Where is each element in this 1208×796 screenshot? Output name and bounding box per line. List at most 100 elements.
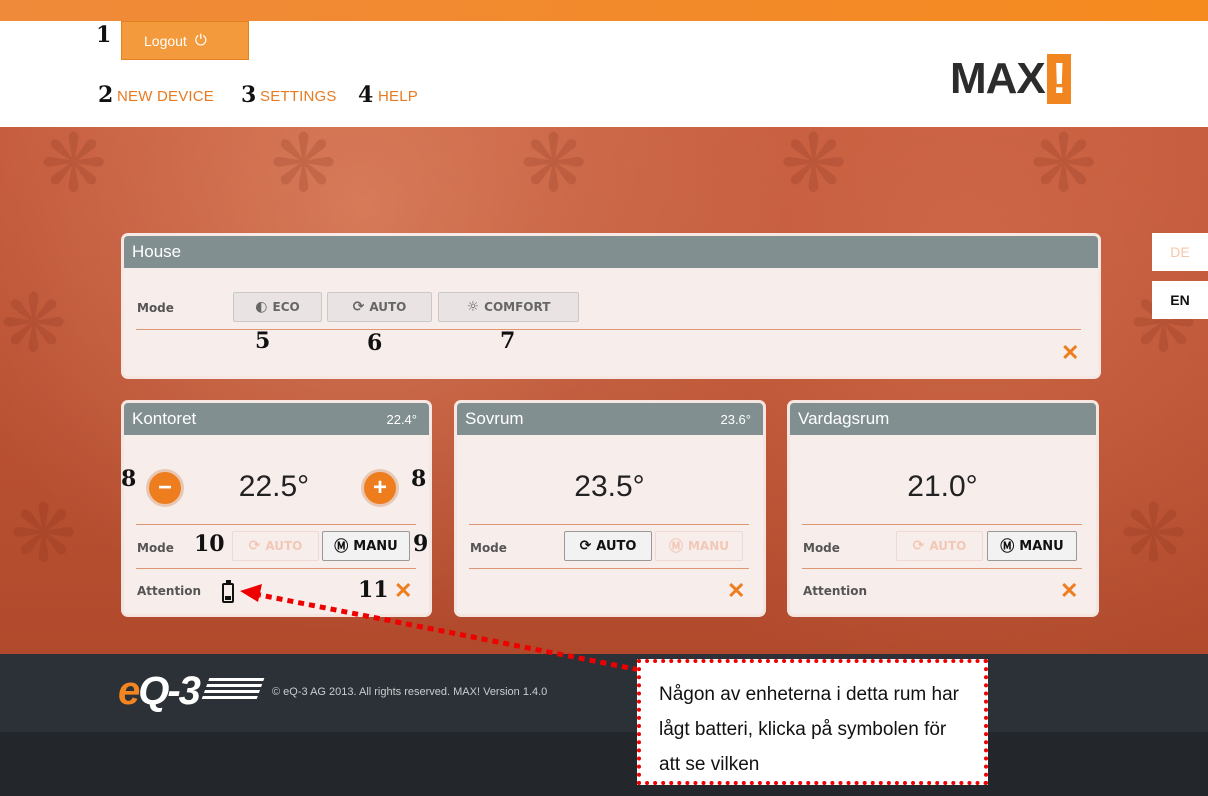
room-header: Kontoret 22.4° — [124, 403, 429, 435]
annotation-10: 10 — [194, 531, 225, 557]
settings-tools-icon[interactable]: ✕ — [394, 578, 412, 604]
auto-cycle-icon: ⟳ — [352, 299, 365, 315]
logo-text: MAX — [950, 54, 1046, 103]
manu-label: MANU — [1019, 538, 1064, 554]
annotation-3: 3 — [241, 82, 257, 108]
auto-label: AUTO — [265, 539, 303, 553]
room-name: Sovrum — [465, 409, 524, 428]
manual-icon: Ⓜ — [1000, 539, 1015, 555]
room-header: Sovrum 23.6° — [457, 403, 763, 435]
room-mode-label: Mode — [803, 541, 840, 555]
room-panel-vardagsrum: Vardagsrum 21.0° Mode ⟳ AUTO Ⓜ MANU Atte… — [790, 403, 1096, 614]
comfort-button[interactable]: ☼ COMFORT — [438, 292, 579, 322]
settings-tools-icon[interactable]: ✕ — [1060, 578, 1078, 604]
ornament-icon: ❋ — [780, 127, 848, 208]
divider — [802, 568, 1082, 569]
copyright-text: © eQ-3 AG 2013. All rights reserved. MAX… — [272, 686, 548, 698]
auto-label: AUTO — [929, 539, 967, 553]
auto-label: AUTO — [369, 300, 407, 314]
ornament-icon: ❋ — [270, 127, 338, 208]
logout-button[interactable]: Logout ⏻ — [121, 21, 249, 60]
minus-icon: − — [157, 474, 172, 501]
footer-band — [0, 732, 1208, 796]
annotation-8-plus: 8 — [411, 466, 427, 492]
room-manu-button[interactable]: Ⓜ MANU — [987, 531, 1077, 561]
house-panel: House Mode ◐ ECO ⟳ AUTO ☼ COMFORT ✕ — [124, 236, 1098, 376]
ornament-icon: ❋ — [10, 489, 78, 578]
ornament-icon: ❋ — [0, 279, 68, 368]
manu-label: MANU — [353, 538, 398, 554]
ornament-icon: ❋ — [1030, 127, 1098, 208]
logo-mark: ! — [1046, 54, 1071, 104]
battery-callout: Någon av enheterna i detta rum har lågt … — [637, 659, 988, 785]
attention-label: Attention — [803, 584, 868, 598]
auto-cycle-icon: ⟳ — [579, 538, 592, 554]
logout-label: Logout — [144, 32, 187, 49]
annotation-2: 2 — [98, 82, 114, 108]
house-title: House — [132, 242, 182, 261]
current-temperature: 22.4° — [386, 411, 417, 427]
room-manu-button[interactable]: Ⓜ MANU — [322, 531, 410, 561]
divider — [469, 524, 749, 525]
divider — [136, 329, 1081, 330]
increase-temp-button[interactable]: + — [361, 469, 399, 507]
comfort-label: COMFORT — [484, 300, 551, 314]
annotation-11: 11 — [358, 577, 389, 603]
nav-settings[interactable]: SETTINGS — [260, 88, 337, 105]
ornament-icon: ❋ — [1120, 489, 1188, 578]
room-mode-label: Mode — [137, 541, 174, 555]
annotation-9: 9 — [413, 531, 429, 557]
eco-button[interactable]: ◐ ECO — [233, 292, 322, 322]
annotation-6: 6 — [367, 330, 383, 356]
manu-label: MANU — [687, 539, 729, 553]
room-panel-sovrum: Sovrum 23.6° 23.5° Mode ⟳ AUTO Ⓜ MANU ✕ — [457, 403, 763, 614]
divider — [469, 568, 749, 569]
low-battery-icon[interactable] — [222, 580, 234, 603]
top-accent-bar — [0, 0, 1208, 21]
power-icon: ⏻ — [194, 32, 207, 49]
callout-text: Någon av enheterna i detta rum har lågt … — [659, 684, 959, 775]
settings-tools-icon[interactable]: ✕ — [727, 578, 745, 604]
room-header: Vardagsrum — [790, 403, 1096, 435]
annotation-1: 1 — [96, 22, 112, 48]
eq3-logo-stripes — [200, 678, 265, 702]
room-auto-button[interactable]: ⟳ AUTO — [564, 531, 652, 561]
divider — [802, 524, 1082, 525]
annotation-4: 4 — [358, 82, 374, 108]
room-mode-label: Mode — [470, 541, 507, 555]
target-temperature: 22.5° — [238, 470, 310, 503]
annotation-7: 7 — [500, 328, 516, 354]
auto-button[interactable]: ⟳ AUTO — [327, 292, 432, 322]
lang-en-button[interactable]: EN — [1152, 281, 1208, 319]
lang-de-button[interactable]: DE — [1152, 233, 1208, 271]
room-name: Kontoret — [132, 409, 197, 428]
house-mode-label: Mode — [137, 301, 174, 315]
max-logo: MAX! — [950, 54, 1071, 104]
footer: eQ-3 © eQ-3 AG 2013. All rights reserved… — [0, 654, 1208, 796]
eq3-logo-e: e — [118, 669, 140, 713]
room-manu-button[interactable]: Ⓜ MANU — [655, 531, 743, 561]
room-auto-button[interactable]: ⟳ AUTO — [232, 531, 319, 561]
ornament-icon: ❋ — [40, 127, 108, 208]
room-name: Vardagsrum — [798, 409, 890, 428]
target-temperature: 21.0° — [907, 470, 978, 503]
divider — [136, 568, 416, 569]
moon-icon: ◐ — [255, 299, 268, 315]
target-temperature: 23.5° — [574, 470, 645, 503]
eq3-logo: eQ-3 — [118, 669, 201, 714]
decrease-temp-button[interactable]: − — [146, 469, 184, 507]
annotation-8-minus: 8 — [121, 466, 137, 492]
auto-cycle-icon: ⟳ — [248, 538, 261, 554]
nav-new-device[interactable]: NEW DEVICE — [117, 88, 214, 105]
nav-help[interactable]: HELP — [378, 88, 418, 105]
room-auto-button[interactable]: ⟳ AUTO — [896, 531, 983, 561]
attention-label: Attention — [137, 584, 202, 598]
sun-icon: ☼ — [466, 299, 480, 315]
annotation-5: 5 — [255, 328, 271, 354]
eq3-logo-text: Q-3 — [138, 669, 201, 713]
auto-label: AUTO — [596, 538, 637, 554]
plus-icon: + — [372, 474, 387, 501]
settings-tools-icon[interactable]: ✕ — [1061, 340, 1079, 366]
ornament-icon: ❋ — [520, 127, 588, 208]
eco-label: ECO — [272, 300, 300, 314]
